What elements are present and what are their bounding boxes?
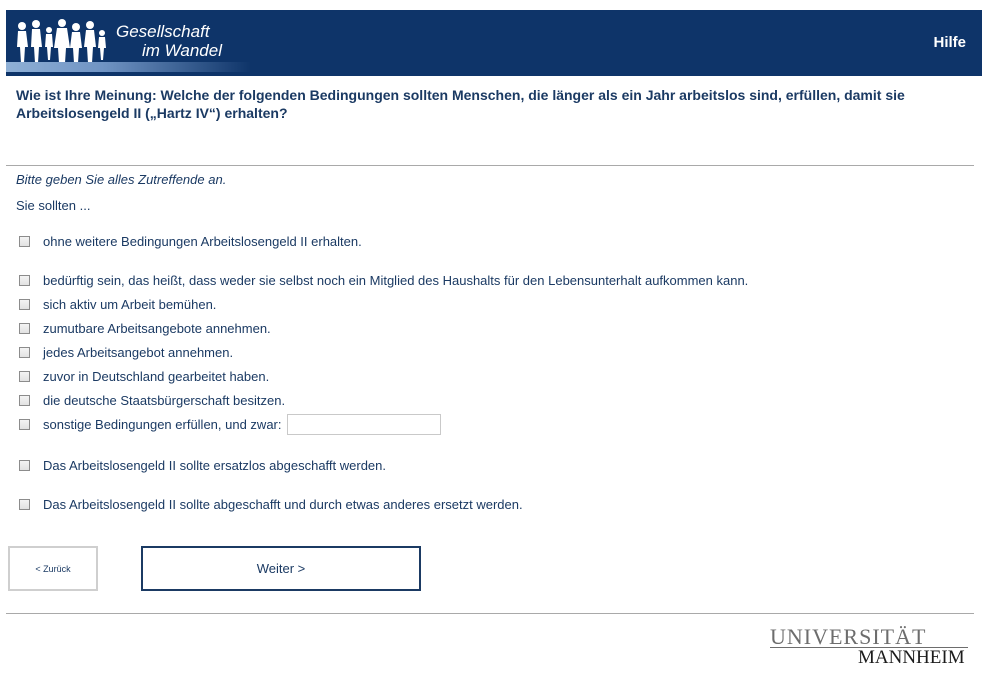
logo-title: Gesellschaft im Wandel [116, 22, 222, 60]
option-label: Das Arbeitslosengeld II sollte ersatzlos… [43, 457, 387, 473]
option-row[interactable]: Das Arbeitslosengeld II sollte ersatzlos… [19, 457, 386, 473]
logo-line-1: Gesellschaft [116, 22, 210, 41]
checkbox[interactable] [19, 235, 30, 247]
divider-top [6, 165, 974, 166]
logo-gradient-bar [6, 62, 251, 72]
checkbox[interactable] [19, 418, 30, 430]
divider-bottom [6, 613, 974, 614]
logo-line-2: im Wandel [142, 41, 222, 60]
option-label: Das Arbeitslosengeld II sollte abgeschaf… [43, 496, 523, 512]
option-label: bedürftig sein, das heißt, dass weder si… [43, 272, 749, 288]
help-link[interactable]: Hilfe [933, 34, 966, 51]
checkbox[interactable] [19, 322, 30, 334]
option-label: ohne weitere Bedingungen Arbeitslosengel… [43, 233, 362, 249]
option-label: jedes Arbeitsangebot annehmen. [43, 344, 234, 360]
university-logo-line-2: MANNHEIM [858, 647, 965, 668]
university-logo-line-1: UNIVERSITÄT [770, 624, 927, 649]
question-text: Wie ist Ihre Meinung: Welche der folgend… [16, 87, 905, 121]
option-row[interactable]: sich aktiv um Arbeit bemühen. [19, 296, 216, 312]
option-label: sonstige Bedingungen erfüllen, und zwar: [43, 416, 282, 432]
next-button[interactable]: Weiter > [141, 546, 421, 591]
option-row[interactable]: zuvor in Deutschland gearbeitet haben. [19, 368, 269, 384]
option-label: zumutbare Arbeitsangebote annehmen. [43, 320, 271, 336]
option-row[interactable]: jedes Arbeitsangebot annehmen. [19, 344, 233, 360]
checkbox[interactable] [19, 370, 30, 382]
checkbox[interactable] [19, 459, 30, 471]
survey-logo: Gesellschaft im Wandel [6, 10, 256, 76]
prompt-text: Sie sollten ... [16, 198, 91, 213]
university-logo: UNIVERSITÄT MANNHEIM [770, 624, 968, 668]
checkbox[interactable] [19, 346, 30, 358]
option-label: zuvor in Deutschland gearbeitet haben. [43, 368, 270, 384]
instruction-text: Bitte geben Sie alles Zutreffende an. [16, 172, 227, 187]
people-silhouettes-icon [17, 19, 106, 63]
option-row[interactable]: die deutsche Staatsbürgerschaft besitzen… [19, 392, 285, 408]
option-row-other[interactable]: sonstige Bedingungen erfüllen, und zwar: [19, 413, 441, 435]
checkbox[interactable] [19, 394, 30, 406]
other-conditions-input[interactable] [286, 413, 441, 435]
option-row[interactable]: zumutbare Arbeitsangebote annehmen. [19, 320, 271, 336]
university-logo-rule [770, 647, 968, 648]
option-label: die deutsche Staatsbürgerschaft besitzen… [43, 392, 286, 408]
option-row[interactable]: ohne weitere Bedingungen Arbeitslosengel… [19, 233, 362, 249]
checkbox[interactable] [19, 274, 30, 286]
option-row[interactable]: Das Arbeitslosengeld II sollte abgeschaf… [19, 496, 523, 512]
header-banner: Gesellschaft im Wandel Hilfe [6, 10, 982, 76]
checkbox[interactable] [19, 298, 30, 310]
option-row[interactable]: bedürftig sein, das heißt, dass weder si… [19, 272, 748, 288]
back-button[interactable]: < Zurück [8, 546, 98, 591]
checkbox[interactable] [19, 498, 30, 510]
option-label: sich aktiv um Arbeit bemühen. [43, 296, 217, 312]
